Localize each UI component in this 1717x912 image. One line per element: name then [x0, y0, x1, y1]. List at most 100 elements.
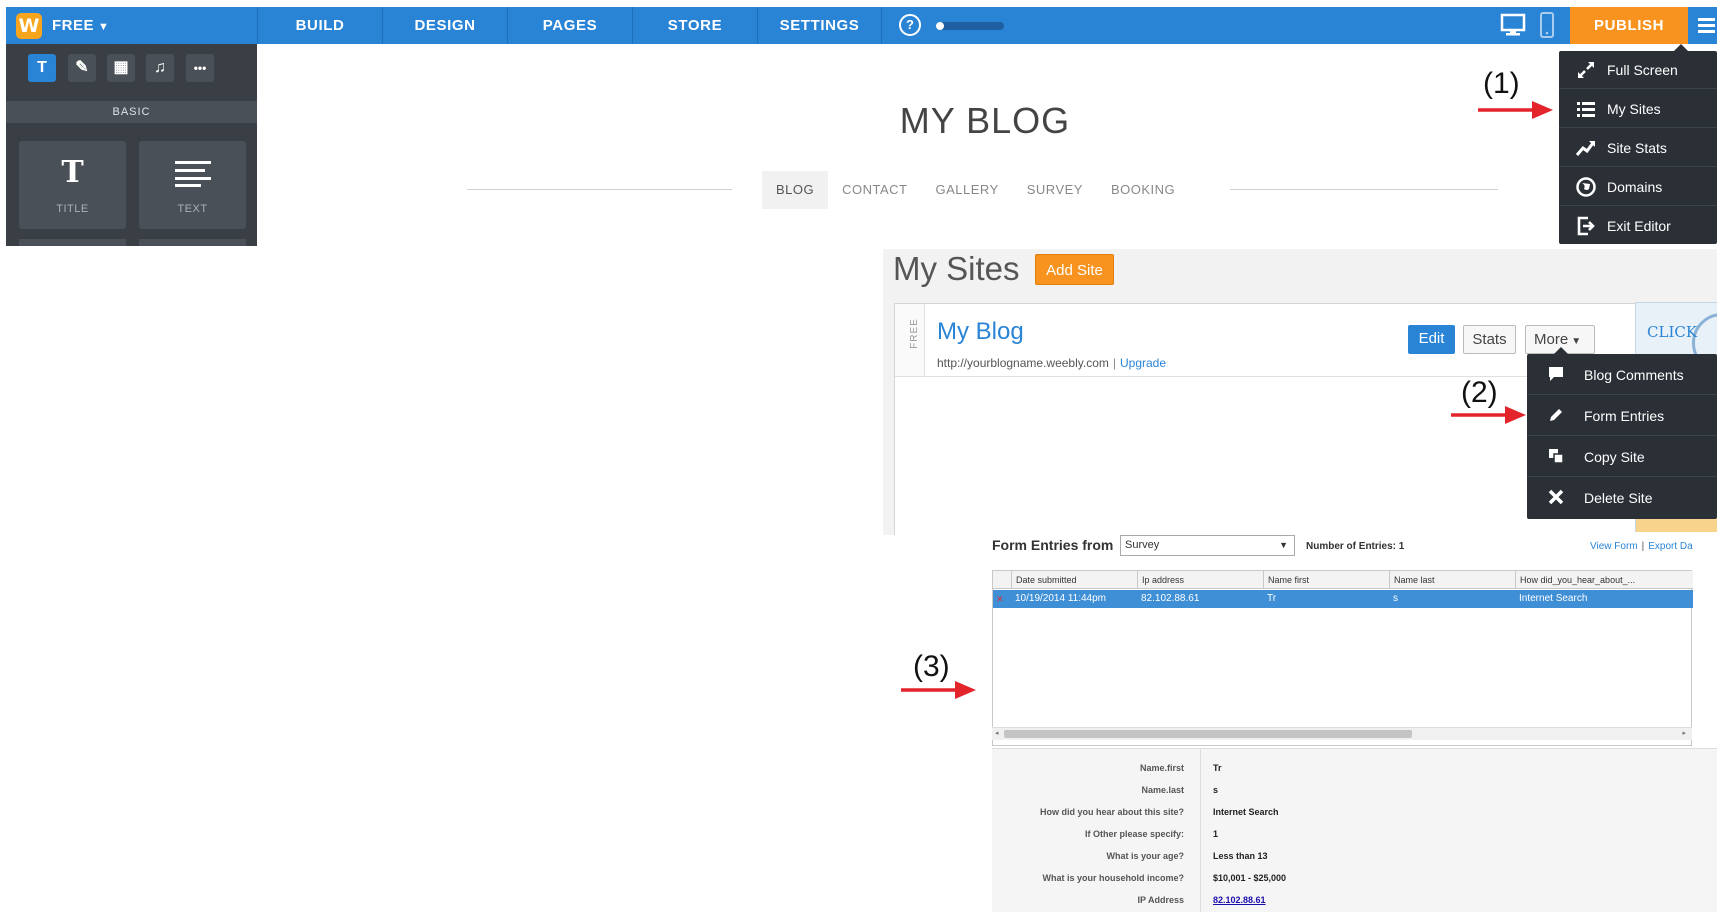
site-url-row: http://yourblogname.weebly.com | Upgrade: [937, 356, 1166, 370]
horizontal-scrollbar[interactable]: ◂ ▸: [992, 727, 1692, 740]
detail-value: s: [1213, 785, 1219, 795]
list-icon: [1577, 102, 1595, 117]
desktop-view-icon[interactable]: [1500, 13, 1526, 37]
delete-icon: [1548, 489, 1564, 505]
site-title[interactable]: MY BLOG: [850, 100, 1120, 142]
detail-row: If Other please specify: 1: [992, 829, 1717, 849]
column-header[interactable]: Name first: [1263, 571, 1389, 589]
pencil-icon: [1550, 409, 1562, 421]
editor-dropdown-menu: Full Screen My Sites Site Stats Domains …: [1559, 44, 1717, 245]
column-header[interactable]: Ip address: [1137, 571, 1263, 589]
detail-key: What is your age?: [1106, 851, 1184, 861]
tab-settings[interactable]: SETTINGS: [757, 7, 882, 44]
site-nav-booking[interactable]: BOOKING: [1097, 171, 1189, 209]
basic-section-header: BASIC: [6, 101, 257, 123]
plan-dropdown[interactable]: FREE ▼: [52, 17, 109, 34]
site-url[interactable]: http://yourblogname.weebly.com: [937, 356, 1109, 370]
weebly-logo[interactable]: W: [16, 13, 42, 39]
site-nav-gallery[interactable]: GALLERY: [922, 171, 1013, 209]
annotation-label-1: (1): [1483, 67, 1520, 100]
copy-icon: [1549, 449, 1564, 464]
caret-down-icon: ▼: [1571, 336, 1582, 347]
tab-pages[interactable]: PAGES: [507, 7, 632, 44]
mobile-view-icon[interactable]: [1539, 12, 1555, 38]
plan-label: FREE: [52, 17, 95, 34]
detail-row: How did you hear about this site? Interne…: [992, 807, 1717, 827]
stats-button[interactable]: Stats: [1463, 325, 1516, 354]
expand-icon: [1578, 62, 1594, 78]
element-toolbar: T ✎ ▦ ♫ •••: [6, 54, 257, 82]
edit-site-button[interactable]: Edit: [1408, 325, 1455, 354]
music-tool-icon[interactable]: ♫: [146, 54, 174, 82]
nav-divider-right: [1230, 189, 1498, 190]
annotation-arrow-1-icon: [1478, 101, 1553, 119]
site-nav-blog[interactable]: BLOG: [762, 171, 829, 209]
menu-label: Domains: [1607, 179, 1663, 195]
publish-button[interactable]: PUBLISH: [1570, 7, 1688, 44]
upgrade-link[interactable]: Upgrade: [1120, 356, 1166, 370]
form-entries-title: Form Entries from: [992, 537, 1114, 553]
entry-details: Name.first Tr Name.last s How did you hear…: [992, 748, 1717, 912]
form-select[interactable]: Survey ▼: [1120, 535, 1295, 556]
menu-item-exit-editor[interactable]: Exit Editor: [1559, 207, 1717, 245]
export-data-link[interactable]: Export Da: [1648, 541, 1692, 552]
scroll-right-icon[interactable]: ▸: [1682, 728, 1686, 740]
help-icon[interactable]: ?: [899, 14, 921, 36]
comment-icon: [1549, 367, 1563, 381]
menu-item-domains[interactable]: Domains: [1559, 168, 1717, 206]
scroll-left-icon[interactable]: ◂: [995, 728, 999, 740]
form-select-value: Survey: [1125, 539, 1160, 551]
more-item-label: Copy Site: [1584, 449, 1645, 465]
text-tool-icon[interactable]: T: [28, 54, 56, 82]
entries-count: Number of Entries: 1: [1306, 541, 1405, 552]
pencil-tool-icon[interactable]: ✎: [68, 54, 96, 82]
site-name-link[interactable]: My Blog: [937, 318, 1024, 346]
more-item-blog-comments[interactable]: Blog Comments: [1527, 354, 1717, 395]
more-label: More: [1534, 331, 1569, 348]
column-header[interactable]: Name last: [1389, 571, 1515, 589]
detail-row: What is your household income? $10,001 - …: [992, 873, 1717, 893]
add-site-button[interactable]: Add Site: [1035, 254, 1114, 285]
detail-value: 1: [1213, 829, 1219, 839]
annotation-arrow-3-icon: [901, 681, 976, 699]
more-item-form-entries[interactable]: Form Entries: [1527, 395, 1717, 436]
site-nav-contact[interactable]: CONTACT: [828, 171, 921, 209]
detail-value: $10,001 - $25,000: [1213, 873, 1287, 883]
text-element[interactable]: TEXT: [139, 141, 246, 229]
more-item-copy-site[interactable]: Copy Site: [1527, 436, 1717, 477]
title-element[interactable]: T TITLE: [19, 141, 126, 229]
detail-key: How did you hear about this site?: [1039, 807, 1184, 817]
select-arrow-icon: ▼: [1279, 540, 1288, 550]
annotation-arrow-2-icon: [1451, 406, 1526, 424]
text-element-label: TEXT: [177, 203, 208, 215]
site-nav-survey[interactable]: SURVEY: [1013, 171, 1097, 209]
tab-build[interactable]: BUILD: [257, 7, 382, 44]
tab-store[interactable]: STORE: [632, 7, 757, 44]
table-cell: Internet Search: [1519, 593, 1588, 604]
setup-progress-bar[interactable]: [936, 22, 1004, 30]
more-tools-icon[interactable]: •••: [186, 54, 214, 82]
table-cell: Tr: [1267, 593, 1277, 604]
editor-top-bar: W FREE ▼ BUILD DESIGN PAGES STORE SETTING…: [6, 7, 1717, 44]
menu-item-full-screen[interactable]: Full Screen: [1559, 51, 1717, 89]
scrollbar-thumb[interactable]: [1004, 730, 1412, 738]
detail-key: IP Address: [1137, 895, 1184, 905]
column-header[interactable]: Date submitted: [1011, 571, 1137, 589]
detail-value: Tr: [1213, 763, 1222, 773]
url-separator: |: [1112, 356, 1116, 370]
free-plan-strip: FREE: [895, 304, 925, 376]
view-form-link[interactable]: View Form: [1590, 541, 1638, 552]
menu-item-site-stats[interactable]: Site Stats: [1559, 129, 1717, 167]
table-row[interactable]: ✕ 10/19/2014 11:44pm 82.102.88.61 Tr s I…: [993, 590, 1693, 608]
ip-address-link[interactable]: 82.102.88.61: [1213, 895, 1266, 905]
hamburger-menu-icon[interactable]: [1689, 7, 1717, 44]
column-header[interactable]: How did_you_hear_about_...: [1515, 571, 1693, 589]
more-item-delete-site[interactable]: Delete Site: [1527, 477, 1717, 518]
free-strip-label: FREE: [908, 318, 920, 349]
delete-row-icon[interactable]: ✕: [996, 590, 1004, 608]
menu-label: Site Stats: [1607, 140, 1667, 156]
editor-tabs: BUILD DESIGN PAGES STORE SETTINGS: [257, 7, 882, 44]
layout-tool-icon[interactable]: ▦: [107, 54, 135, 82]
tab-design[interactable]: DESIGN: [382, 7, 507, 44]
menu-item-my-sites[interactable]: My Sites: [1559, 90, 1717, 128]
